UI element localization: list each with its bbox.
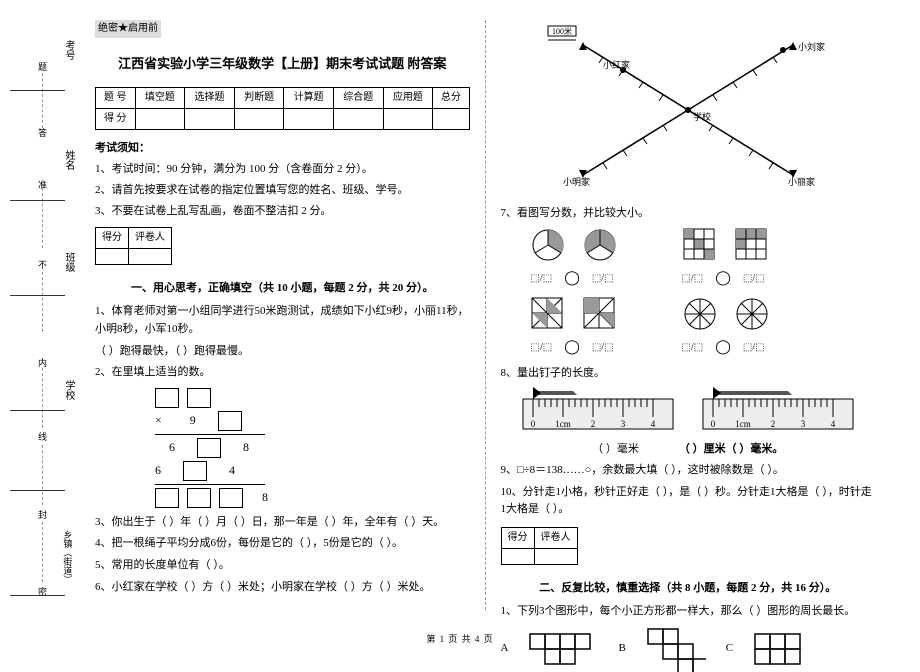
q3: 3、你出生于（ ）年（ ）月（ ）日，那一年是（ ）年，全年有（ ）天。	[95, 514, 470, 532]
q9: 9、□÷8＝138……○，余数最大填（ ），这时被除数是（ ）。	[501, 462, 876, 480]
svg-text:2: 2	[591, 419, 596, 429]
score-h-1: 填空题	[135, 87, 185, 108]
ruler-labels: （ ）毫米 （ ）厘米（ ）毫米。	[501, 441, 876, 459]
q6: 6、小红家在学校（ ）方（ ）米处；小明家在学校（ ）方（ ）米处。	[95, 579, 470, 597]
blank-box	[218, 411, 242, 431]
circle-thirds-2	[583, 228, 617, 262]
square-x-1	[531, 297, 565, 331]
blank-box	[155, 388, 179, 408]
times-sign: ×	[155, 411, 162, 430]
q5: 5、常用的长度单位有（ ）。	[95, 557, 470, 575]
map-li: 小丽家	[788, 176, 815, 187]
fraction-blanks-1: ⬚/⬚◯⬚/⬚ ⬚/⬚◯⬚/⬚	[531, 268, 876, 290]
secret-label: 绝密★启用前	[95, 20, 161, 38]
margin-da: 答	[38, 126, 47, 140]
score-h-6: 应用题	[383, 87, 433, 108]
score-h-7: 总分	[433, 87, 469, 108]
map-hong: 小红家	[603, 59, 630, 70]
paper-title: 江西省实验小学三年级数学【上册】期末考试试题 附答案	[95, 54, 470, 75]
blank-box	[187, 488, 211, 508]
svg-text:0: 0	[711, 419, 716, 429]
q2: 2、在里填上适当的数。	[95, 364, 470, 382]
score-h-2: 选择题	[185, 87, 235, 108]
fraction-row-1	[531, 228, 876, 262]
scorer-c1: 得分	[96, 228, 129, 249]
digit-9: 9	[190, 411, 196, 430]
margin-xiangzhen: 乡镇（街道）	[60, 530, 74, 584]
ruler-figures: 0 1cm 2 3 4 0 1cm 2 3 4	[501, 387, 876, 437]
svg-text:0: 0	[531, 419, 536, 429]
scorer-box-1: 得分评卷人	[95, 227, 172, 265]
grid-3x3-b	[735, 228, 769, 262]
q1a: 1、体育老师对第一小组同学进行50米跑测试，成绩如下小红9秒，小丽11秒，小明8…	[95, 303, 470, 338]
score-h-4: 计算题	[284, 87, 334, 108]
blank-box	[155, 488, 179, 508]
map-liu: 小刘家	[798, 41, 825, 52]
map-school: 学校	[693, 111, 711, 122]
digit-6: 6	[169, 438, 175, 457]
digit-4: 4	[229, 461, 235, 480]
svg-text:1cm: 1cm	[735, 419, 751, 429]
multiplication-figure: × 9 6 8 6 4 8	[155, 388, 470, 508]
circle-thirds-1	[531, 228, 565, 262]
circle-8-b	[735, 297, 769, 331]
svg-text:1cm: 1cm	[555, 419, 571, 429]
margin-banji: 班级	[60, 252, 76, 272]
section-2-heading: 二、反复比较，慎重选择（共 8 小题，每题 2 分，共 16 分）。	[501, 580, 876, 598]
q10: 10、分针走1小格，秒针正好走（ ），是（ ）秒。分针走1大格是（ ），时针走1…	[501, 484, 876, 519]
margin-mi: 密	[38, 585, 47, 599]
margin-xingming: 姓名	[60, 150, 76, 170]
q8: 8、量出钉子的长度。	[501, 365, 876, 383]
svg-text:4: 4	[651, 419, 656, 429]
map-figure: 100米 小红家 小刘家 学校	[501, 20, 876, 197]
left-column: 绝密★启用前 江西省实验小学三年级数学【上册】期末考试试题 附答案 题 号 填空…	[80, 20, 486, 610]
digit-6b: 6	[155, 461, 161, 480]
margin-xuexiao: 学校	[60, 380, 76, 400]
margin-feng: 封	[38, 508, 47, 522]
circle-8-a	[683, 297, 717, 331]
blank-box	[183, 461, 207, 481]
svg-text:4: 4	[831, 419, 836, 429]
blank-box	[187, 388, 211, 408]
notice-heading: 考试须知：	[95, 140, 470, 158]
svg-text:2: 2	[771, 419, 776, 429]
digit-8b: 8	[262, 488, 268, 507]
ruler-2: 0 1cm 2 3 4	[698, 387, 858, 437]
right-column: 100米 小红家 小刘家 学校	[486, 20, 891, 610]
scorer-box-2: 得分评卷人	[501, 527, 578, 565]
q1b: （ ）跑得最快，（ ）跑得最慢。	[95, 343, 470, 361]
score-table: 题 号 填空题 选择题 判断题 计算题 综合题 应用题 总分 得 分	[95, 87, 470, 130]
score-h-0: 题 号	[96, 87, 136, 108]
digit-8: 8	[243, 438, 249, 457]
score-h-3: 判断题	[234, 87, 284, 108]
score-r-0: 得 分	[96, 108, 136, 129]
q7: 7、看图写分数，并比较大小。	[501, 205, 876, 223]
binding-margin: 考号 题 答 姓名 准 班级 不 内 学校 线 封 乡镇（街道） 密	[10, 40, 70, 600]
svg-text:3: 3	[801, 419, 806, 429]
q4: 4、把一根绳子平均分成6份，每份是它的（ ），5份是它的（ ）。	[95, 535, 470, 553]
section-1-heading: 一、用心思考，正确填空（共 10 小题，每题 2 分，共 20 分）。	[95, 280, 470, 298]
page-footer: 第 1 页 共 4 页	[0, 632, 920, 646]
map-ming: 小明家	[563, 176, 590, 187]
margin-kaohao: 考号	[60, 40, 76, 60]
svg-text:3: 3	[621, 419, 626, 429]
notice-2: 2、请首先按要求在试卷的指定位置填写您的姓名、班级、学号。	[95, 182, 470, 200]
blank-box	[219, 488, 243, 508]
grid-3x3-a	[683, 228, 717, 262]
ruler-1: 0 1cm 2 3 4	[518, 387, 678, 437]
margin-xian: 线	[38, 430, 47, 444]
ruler-mm: （ ）毫米	[592, 441, 639, 459]
ruler-cm-mm: （ ）厘米（ ）毫米。	[679, 441, 784, 459]
score-h-5: 综合题	[334, 87, 384, 108]
scorer-c2: 评卷人	[129, 228, 172, 249]
blank-box	[197, 438, 221, 458]
notice-1: 1、考试时间：90 分钟，满分为 100 分（含卷面分 2 分）。	[95, 161, 470, 179]
fraction-blanks-2: ⬚/⬚◯⬚/⬚ ⬚/⬚◯⬚/⬚	[531, 337, 876, 359]
map-scale: 100米	[552, 26, 572, 36]
square-x-2	[583, 297, 617, 331]
q2-1: 1、下列3个图形中，每个小正方形都一样大，那么（ ）图形的周长最长。	[501, 603, 876, 621]
fraction-row-2	[531, 297, 876, 331]
margin-bu: 不	[38, 258, 47, 272]
notice-3: 3、不要在试卷上乱写乱画，卷面不整洁扣 2 分。	[95, 203, 470, 221]
